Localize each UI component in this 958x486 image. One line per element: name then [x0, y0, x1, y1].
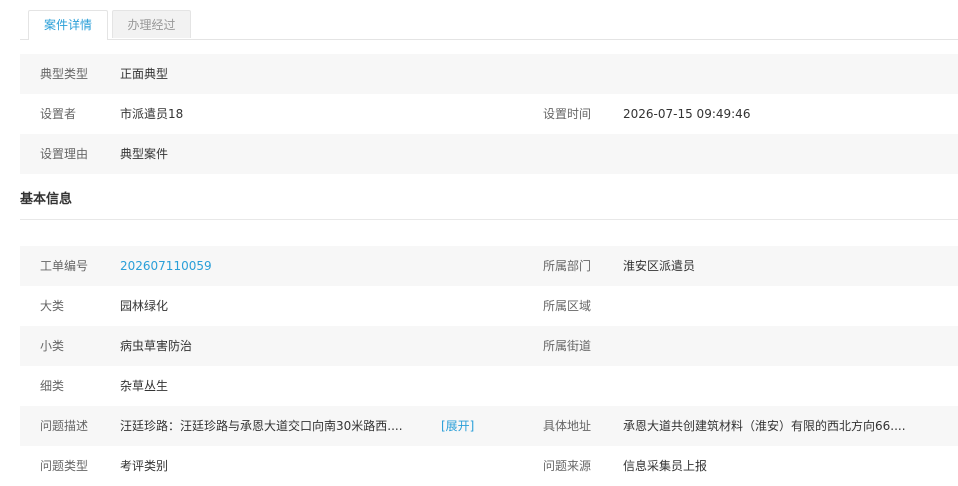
order-no-link[interactable]: 202607110059 [120, 246, 212, 286]
category-value: 园林绿化 [120, 299, 169, 313]
subcategory-label: 小类 [40, 339, 65, 353]
category-row: 大类 园林绿化 所属区域 [20, 286, 958, 326]
source-label: 问题来源 [543, 459, 592, 473]
issue-type-row: 问题类型 考评类别 问题来源 信息采集员上报 [20, 446, 958, 486]
address-value: 承恩大道共创建筑材料（淮安）有限的西北方向66.... [623, 419, 906, 433]
address-label: 具体地址 [543, 419, 592, 433]
setter-row: 设置者 市派遣员18 设置时间 2026-07-15 09:49:46 [20, 94, 958, 134]
setter-value: 市派遣员18 [120, 107, 184, 121]
typical-type-value: 正面典型 [120, 67, 169, 81]
description-row: 问题描述 汪廷珍路：汪廷珍路与承恩大道交口向南30米路西.... [展开] 具体… [20, 406, 958, 446]
region-label: 所属区域 [543, 299, 592, 313]
street-label: 所属街道 [543, 339, 592, 353]
set-time-value: 2026-07-15 09:49:46 [623, 107, 751, 121]
category-label: 大类 [40, 299, 65, 313]
reason-value: 典型案件 [120, 147, 169, 161]
order-no-label: 工单编号 [40, 259, 89, 273]
typical-type-row: 典型类型 正面典型 [20, 54, 958, 94]
typical-type-label: 典型类型 [40, 67, 89, 81]
expand-link[interactable]: [展开] [441, 406, 474, 446]
subcategory-row: 小类 病虫草害防治 所属街道 [20, 326, 958, 366]
tab-case-details[interactable]: 案件详情 [28, 10, 108, 40]
description-label: 问题描述 [40, 419, 89, 433]
set-time-label: 设置时间 [543, 107, 592, 121]
issue-type-label: 问题类型 [40, 459, 89, 473]
section-title-basic-info: 基本信息 [20, 188, 958, 220]
reason-row: 设置理由 典型案件 [20, 134, 958, 174]
tab-bar: 案件详情 办理经过 [20, 10, 958, 40]
subcategory-value: 病虫草害防治 [120, 339, 193, 353]
description-value: 汪廷珍路：汪廷珍路与承恩大道交口向南30米路西.... [120, 419, 403, 433]
order-row: 工单编号 202607110059 所属部门 淮安区派遣员 [20, 246, 958, 286]
setter-label: 设置者 [40, 107, 77, 121]
dept-value: 淮安区派遣员 [623, 259, 696, 273]
tab-handling-process[interactable]: 办理经过 [112, 10, 191, 38]
detail-value: 杂草丛生 [120, 379, 169, 393]
dept-label: 所属部门 [543, 259, 592, 273]
issue-type-value: 考评类别 [120, 459, 169, 473]
reason-label: 设置理由 [40, 147, 89, 161]
detail-label: 细类 [40, 379, 65, 393]
source-value: 信息采集员上报 [623, 459, 708, 473]
detail-row: 细类 杂草丛生 [20, 366, 958, 406]
